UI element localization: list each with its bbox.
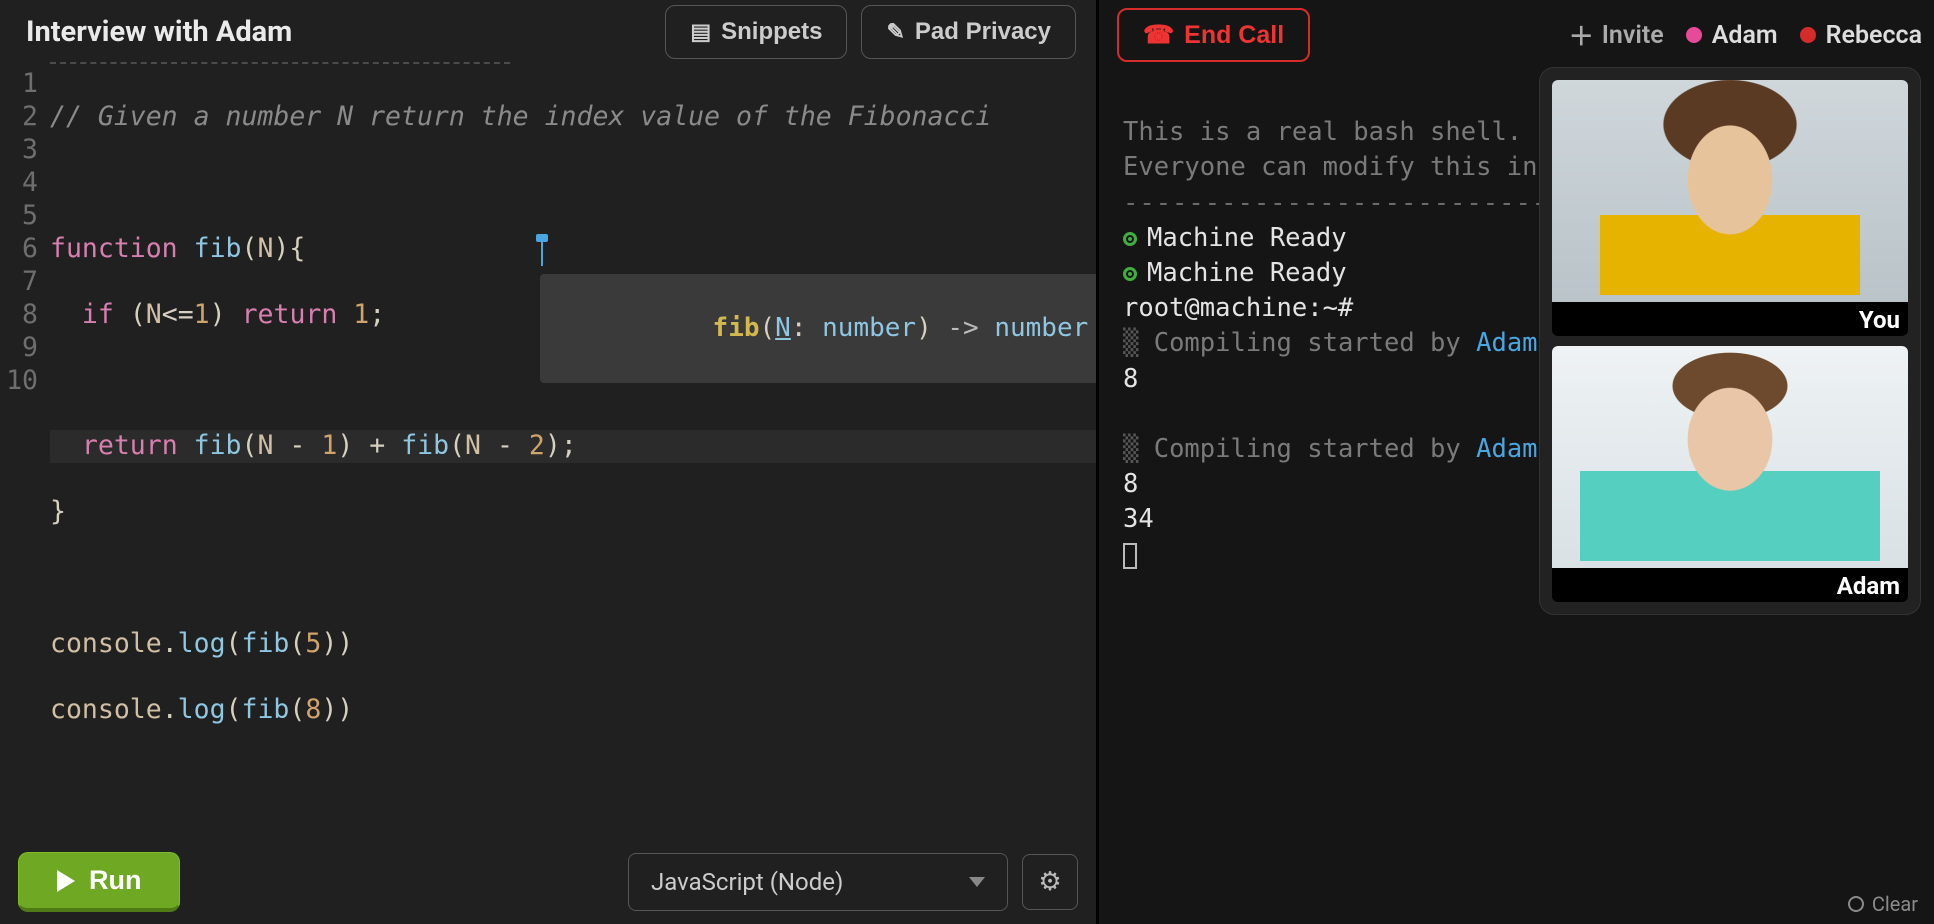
privacy-icon: ✎ — [886, 19, 904, 45]
invite-button[interactable]: ＋ Invite — [1569, 17, 1664, 53]
snippets-label: Snippets — [721, 18, 822, 46]
code-comment: // Given a number N return the index val… — [50, 101, 991, 132]
presence-adam[interactable]: Adam — [1686, 21, 1778, 50]
page-title: Interview with Adam — [26, 15, 651, 49]
snippets-button[interactable]: ▤ Snippets — [665, 5, 847, 59]
line-gutter: 12345 678910 — [0, 68, 50, 924]
status-dot-icon — [1123, 267, 1137, 281]
signature-hint: fib(N: number) -> number — [540, 274, 1104, 383]
run-label: Run — [89, 865, 141, 896]
status-dot-icon — [1123, 232, 1137, 246]
video-feed-icon — [1552, 80, 1908, 302]
phone-icon: ☎ — [1143, 20, 1174, 50]
close-icon — [1848, 896, 1864, 912]
video-panel[interactable]: You Adam — [1540, 68, 1920, 614]
end-call-label: End Call — [1184, 21, 1284, 50]
clear-label: Clear — [1872, 892, 1918, 916]
video-feed-icon — [1552, 346, 1908, 568]
code-editor[interactable]: 12345 678910 // Given a number N return … — [0, 64, 1096, 924]
language-label: JavaScript (Node) — [651, 868, 843, 896]
video-tile-you[interactable]: You — [1552, 80, 1908, 336]
end-call-button[interactable]: ☎ End Call — [1117, 8, 1310, 62]
pad-privacy-button[interactable]: ✎ Pad Privacy — [861, 5, 1076, 59]
remote-cursor-icon — [541, 236, 543, 266]
output-pane: ☎ End Call ＋ Invite Adam Rebecca This is… — [1096, 0, 1934, 924]
settings-button[interactable]: ⚙ — [1022, 854, 1078, 910]
gear-icon: ⚙ — [1038, 867, 1061, 897]
language-select[interactable]: JavaScript (Node) — [628, 853, 1008, 911]
video-label: You — [1552, 302, 1908, 336]
shell-prompt: root@machine:~# — [1123, 293, 1353, 323]
presence-rebecca[interactable]: Rebecca — [1800, 21, 1922, 50]
chevron-down-icon — [969, 877, 985, 887]
video-label: Adam — [1552, 568, 1908, 602]
plus-icon: ＋ — [1569, 17, 1594, 53]
privacy-label: Pad Privacy — [915, 18, 1051, 46]
editor-footer: Run JavaScript (Node) ⚙ — [0, 852, 1096, 912]
run-button[interactable]: Run — [18, 852, 180, 912]
invite-label: Invite — [1602, 21, 1664, 50]
snippets-icon: ▤ — [690, 19, 711, 45]
play-icon — [57, 870, 75, 892]
terminal-cursor-icon — [1123, 543, 1137, 569]
code-area[interactable]: // Given a number N return the index val… — [50, 68, 1096, 924]
clear-button[interactable]: Clear — [1848, 892, 1918, 916]
presence-dot-icon — [1800, 27, 1816, 43]
call-bar: ☎ End Call ＋ Invite Adam Rebecca — [1099, 0, 1934, 66]
video-tile-adam[interactable]: Adam — [1552, 346, 1908, 602]
presence-dot-icon — [1686, 27, 1702, 43]
editor-pane: Interview with Adam ▤ Snippets ✎ Pad Pri… — [0, 0, 1096, 924]
top-bar: Interview with Adam ▤ Snippets ✎ Pad Pri… — [0, 0, 1096, 62]
